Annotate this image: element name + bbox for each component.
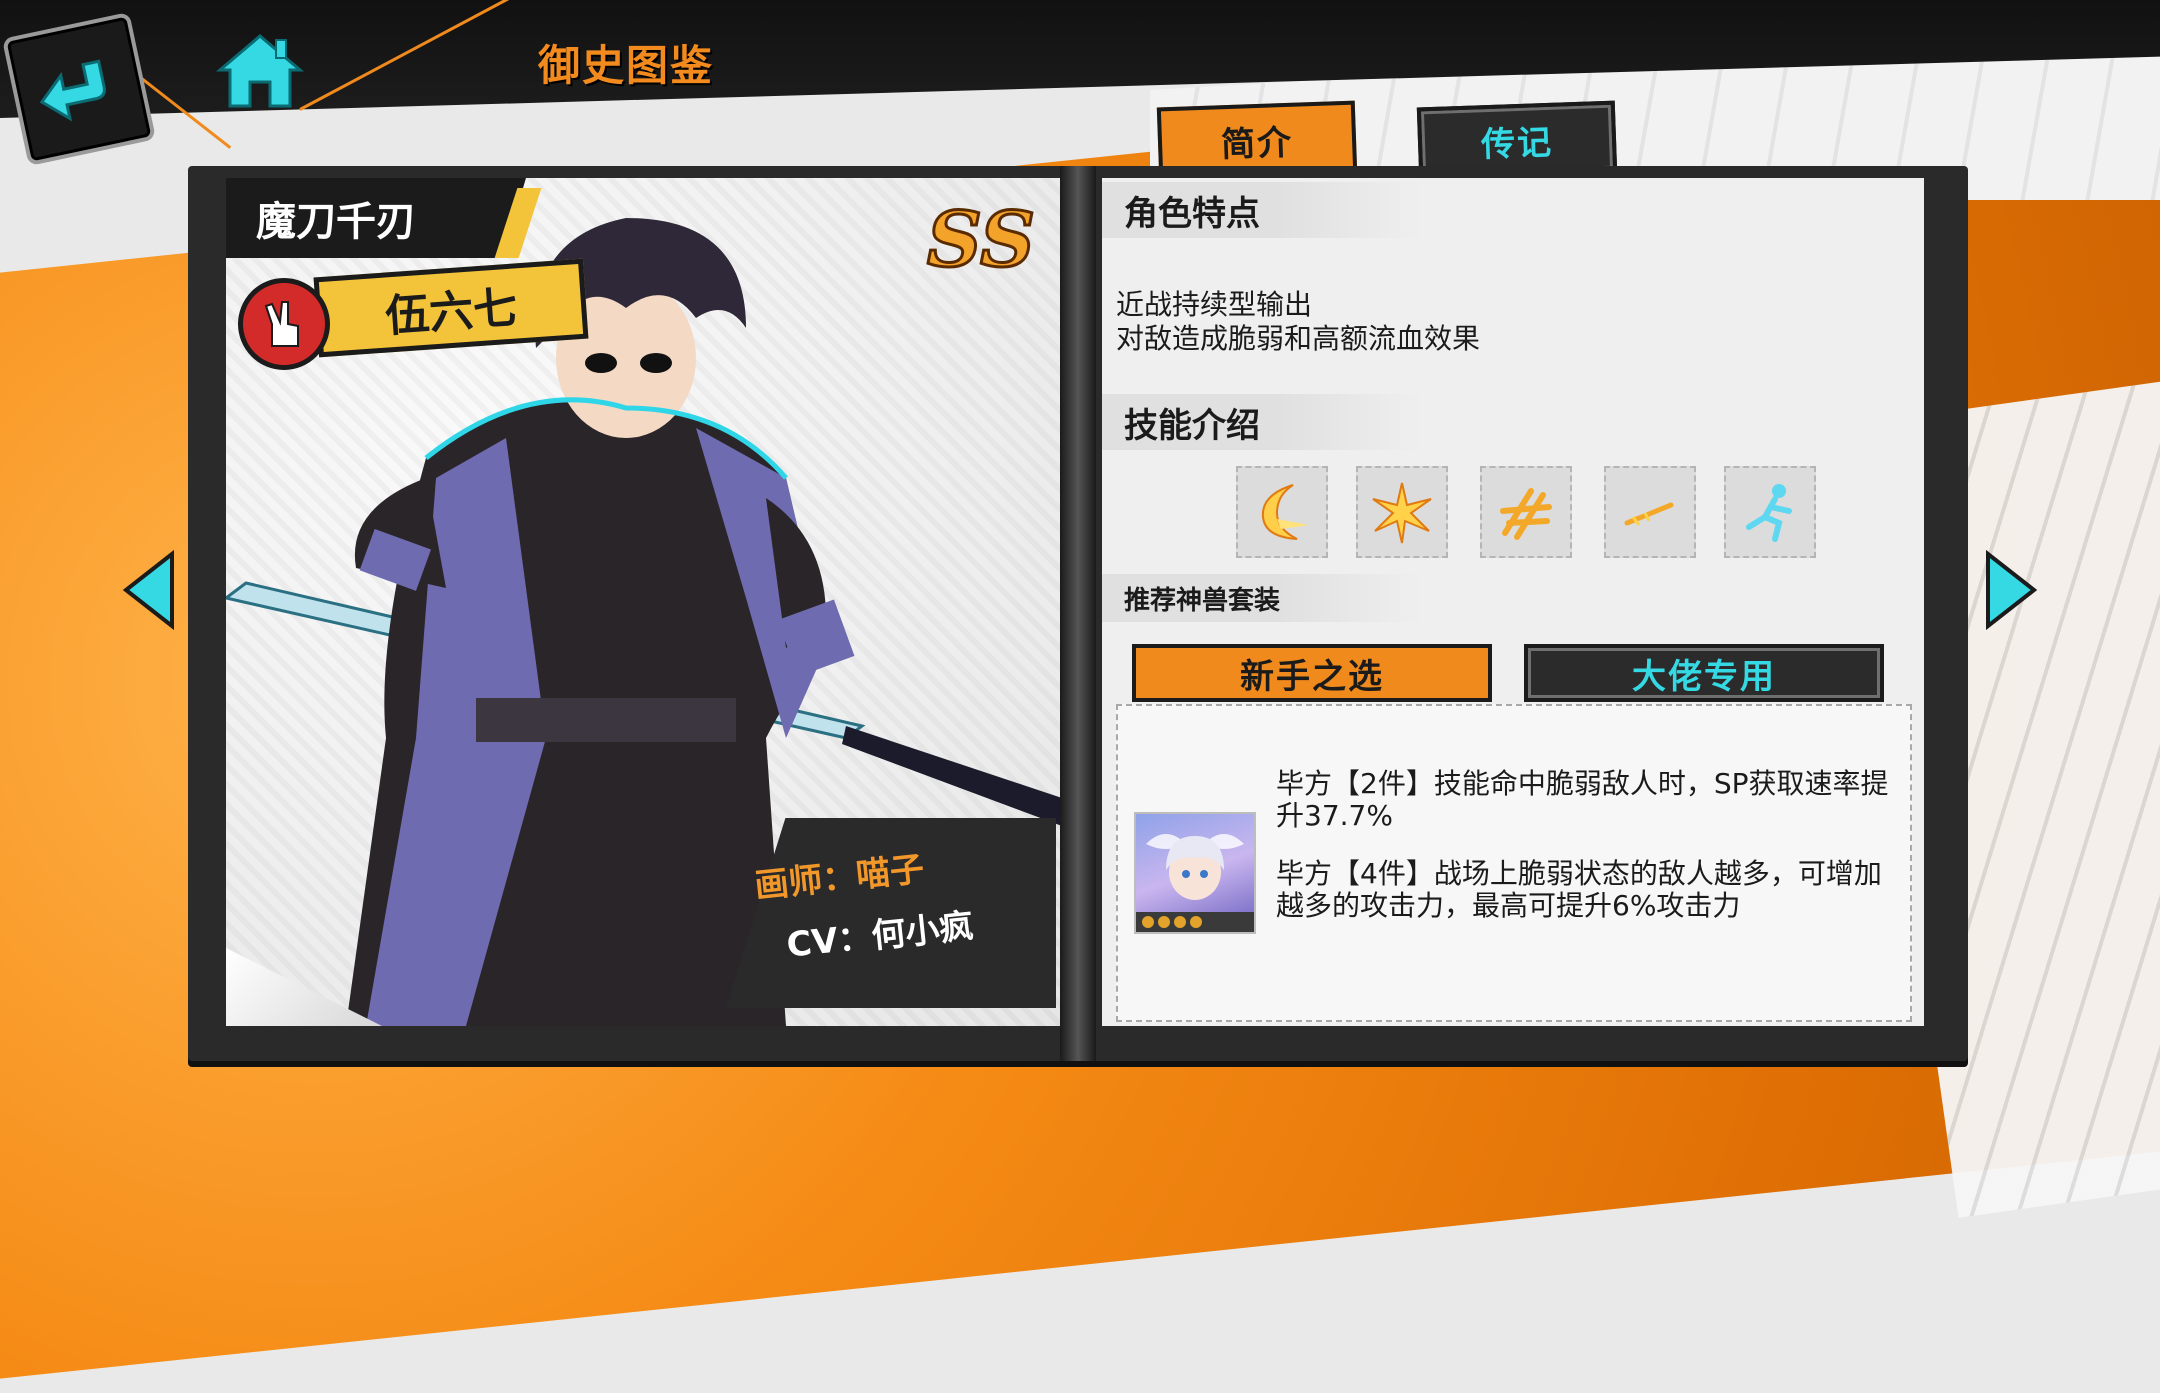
bifang-portrait-icon — [1136, 834, 1254, 932]
set-effect-4pc: 毕方【4件】战场上脆弱状态的敌人越多，可增加越多的攻击力，最高可提升6%攻击力 — [1276, 857, 1882, 922]
skill-slot-3[interactable] — [1480, 466, 1572, 558]
back-arrow-icon — [39, 59, 106, 122]
tab-expert-set[interactable]: 大佬专用 — [1524, 644, 1884, 702]
back-button[interactable] — [1, 11, 157, 167]
features-heading: 角色特点 — [1102, 182, 1422, 238]
dart-icon — [1624, 502, 1674, 526]
skill-slot-5[interactable] — [1724, 466, 1816, 558]
class-badge — [238, 278, 330, 370]
starburst-icon — [1372, 482, 1432, 544]
rank-badge: SS — [925, 194, 1036, 286]
skill-slot-1[interactable] — [1236, 466, 1328, 558]
skill-slot-4[interactable] — [1604, 466, 1696, 558]
home-icon — [215, 34, 305, 108]
skill-slot-2[interactable] — [1356, 466, 1448, 558]
features-text: 近战持续型输出 对敌造成脆弱和高额流血效果 — [1116, 288, 1480, 356]
page-title: 御史图鉴 — [538, 41, 715, 90]
info-page: 角色特点 近战持续型输出 对敌造成脆弱和高额流血效果 技能介绍 推荐神兽套装 新 — [1102, 178, 1924, 1026]
book-spine — [1060, 166, 1096, 1061]
set-effect-2pc: 毕方【2件】技能命中脆弱敌人时，SP获取速率提升37.7% — [1276, 767, 1889, 832]
character-title-banner: 魔刀千刃 — [226, 178, 526, 258]
next-arrow-icon[interactable] — [1984, 550, 2038, 630]
character-card: 魔刀千刃 伍六七 SS 画师：喵子 CV：何小疯 — [226, 178, 1062, 1026]
character-title: 魔刀千刃 — [256, 199, 416, 245]
feature-line: 对敌造成脆弱和高额流血效果 — [1116, 322, 1481, 355]
feature-line: 近战持续型输出 — [1116, 288, 1313, 321]
sets-heading: 推荐神兽套装 — [1102, 574, 1422, 622]
home-button[interactable] — [210, 30, 310, 110]
crescent-slash-icon — [1261, 484, 1309, 540]
rank-text: SS — [927, 195, 1035, 284]
skills-heading: 技能介绍 — [1102, 394, 1422, 450]
dash-icon — [1746, 484, 1792, 542]
set-panel: 毕方【2件】技能命中脆弱敌人时，SP获取速率提升37.7% 毕方【4件】战场上脆… — [1116, 704, 1912, 1022]
previous-arrow-icon[interactable] — [122, 550, 176, 630]
tab-beginner-set[interactable]: 新手之选 — [1132, 644, 1492, 702]
peace-hand-icon — [264, 301, 299, 347]
blade-flurry-icon — [1500, 488, 1552, 540]
set-portrait[interactable] — [1134, 812, 1256, 934]
